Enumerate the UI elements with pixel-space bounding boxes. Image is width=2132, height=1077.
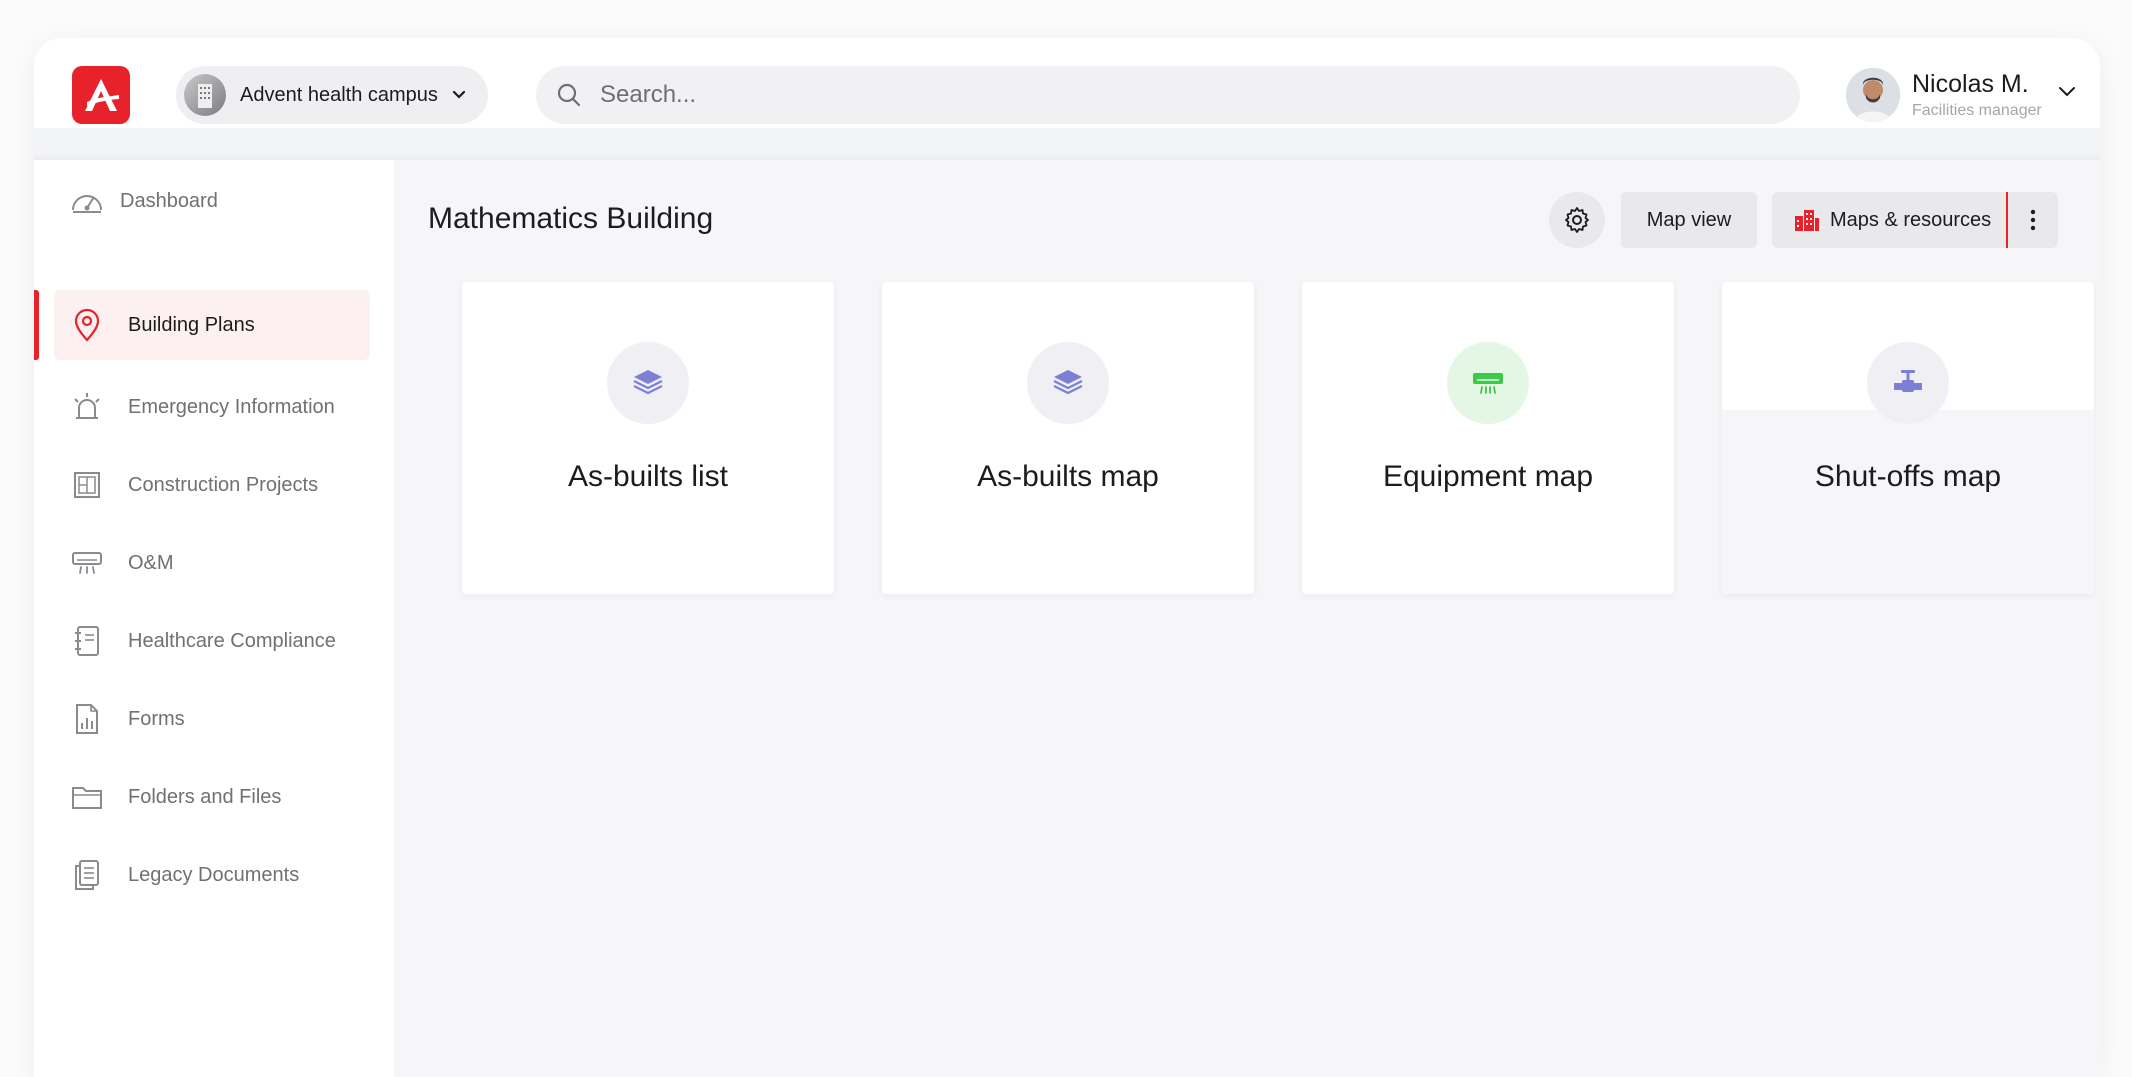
more-options-button[interactable]	[2008, 192, 2058, 248]
sidebar-item-label: Legacy Documents	[128, 863, 300, 886]
user-avatar[interactable]	[1846, 68, 1900, 122]
user-name: Nicolas M.	[1912, 70, 2029, 98]
sidebar-item-building-plans[interactable]: Building Plans	[54, 290, 370, 360]
app-window: Advent health campus Nicolas M. Faciliti…	[34, 38, 2100, 1077]
app-logo[interactable]	[72, 66, 130, 124]
maps-resources-button[interactable]: Maps & resources	[1772, 192, 2006, 248]
sidebar-item-label: Forms	[128, 707, 185, 730]
card-label: As-builts map	[977, 460, 1159, 493]
layers-icon	[607, 342, 689, 424]
card-label: Equipment map	[1382, 460, 1594, 493]
map-view-button[interactable]: Map view	[1621, 192, 1757, 248]
page-title: Mathematics Building	[428, 202, 714, 235]
sidebar-item-forms[interactable]: Forms	[54, 684, 370, 754]
sidebar-item-label: O&M	[128, 551, 174, 574]
sidebar-item-legacy-documents[interactable]: Legacy Documents	[54, 840, 370, 910]
folder-icon	[70, 780, 104, 814]
air-conditioner-icon	[70, 546, 104, 580]
campus-name: Advent health campus	[240, 83, 438, 106]
card-as-builts-map[interactable]: As-builts map	[882, 282, 1254, 594]
blueprint-icon	[70, 468, 104, 502]
location-pin-icon	[70, 308, 104, 342]
top-bar: Advent health campus Nicolas M. Faciliti…	[34, 38, 2100, 128]
more-vertical-icon	[2030, 209, 2036, 231]
search-icon	[556, 82, 582, 108]
sidebar-item-label: Dashboard	[120, 189, 218, 212]
campus-selector[interactable]: Advent health campus	[176, 66, 488, 124]
user-menu-chevron-icon[interactable]	[2058, 86, 2076, 98]
notebook-icon	[70, 624, 104, 658]
air-conditioner-icon	[1447, 342, 1529, 424]
sidebar-item-dashboard[interactable]: Dashboard	[54, 166, 370, 236]
sidebar-item-label: Construction Projects	[128, 473, 319, 496]
sidebar-item-emergency-information[interactable]: Emergency Information	[54, 372, 370, 442]
gauge-icon	[70, 184, 104, 218]
sidebar-item-label: Building Plans	[128, 313, 255, 336]
sidebar-item-folders-and-files[interactable]: Folders and Files	[54, 762, 370, 832]
active-indicator	[34, 290, 39, 360]
valve-icon	[1867, 342, 1949, 424]
sidebar-item-label: Folders and Files	[128, 785, 282, 808]
header-divider	[34, 128, 2100, 160]
search-bar	[536, 66, 1800, 124]
card-shut-offs-map[interactable]: Shut-offs map	[1722, 282, 2094, 594]
card-as-builts-list[interactable]: As-builts list	[462, 282, 834, 594]
sidebar-item-healthcare-compliance[interactable]: Healthcare Compliance	[54, 606, 370, 676]
layers-icon	[1027, 342, 1109, 424]
form-chart-icon	[70, 702, 104, 736]
main-content: Mathematics Building Map view Maps & res…	[394, 160, 2100, 1077]
documents-icon	[70, 858, 104, 892]
buildings-icon	[1794, 208, 1820, 232]
chevron-down-icon	[452, 90, 466, 100]
user-role: Facilities manager	[1912, 102, 2042, 119]
settings-button[interactable]	[1549, 192, 1605, 248]
sidebar-item-construction-projects[interactable]: Construction Projects	[54, 450, 370, 520]
card-label: As-builts list	[567, 460, 729, 493]
sidebar: Dashboard Building Plans Emergency Infor…	[34, 160, 394, 1077]
gear-icon	[1565, 207, 1589, 233]
card-equipment-map[interactable]: Equipment map	[1302, 282, 1674, 594]
search-input[interactable]	[598, 80, 1702, 110]
building-photo-icon	[198, 84, 212, 108]
card-label: Shut-offs map	[1814, 460, 2002, 493]
sidebar-item-om[interactable]: O&M	[54, 528, 370, 598]
campus-avatar	[184, 74, 226, 116]
sidebar-item-label: Emergency Information	[128, 395, 335, 418]
user-photo-icon	[1846, 68, 1900, 122]
sidebar-item-label: Healthcare Compliance	[128, 629, 336, 652]
card-hover-overlay	[1722, 410, 2094, 594]
maps-resources-label: Maps & resources	[1830, 208, 1992, 231]
logo-mark-icon	[85, 79, 119, 111]
siren-icon	[70, 390, 104, 424]
